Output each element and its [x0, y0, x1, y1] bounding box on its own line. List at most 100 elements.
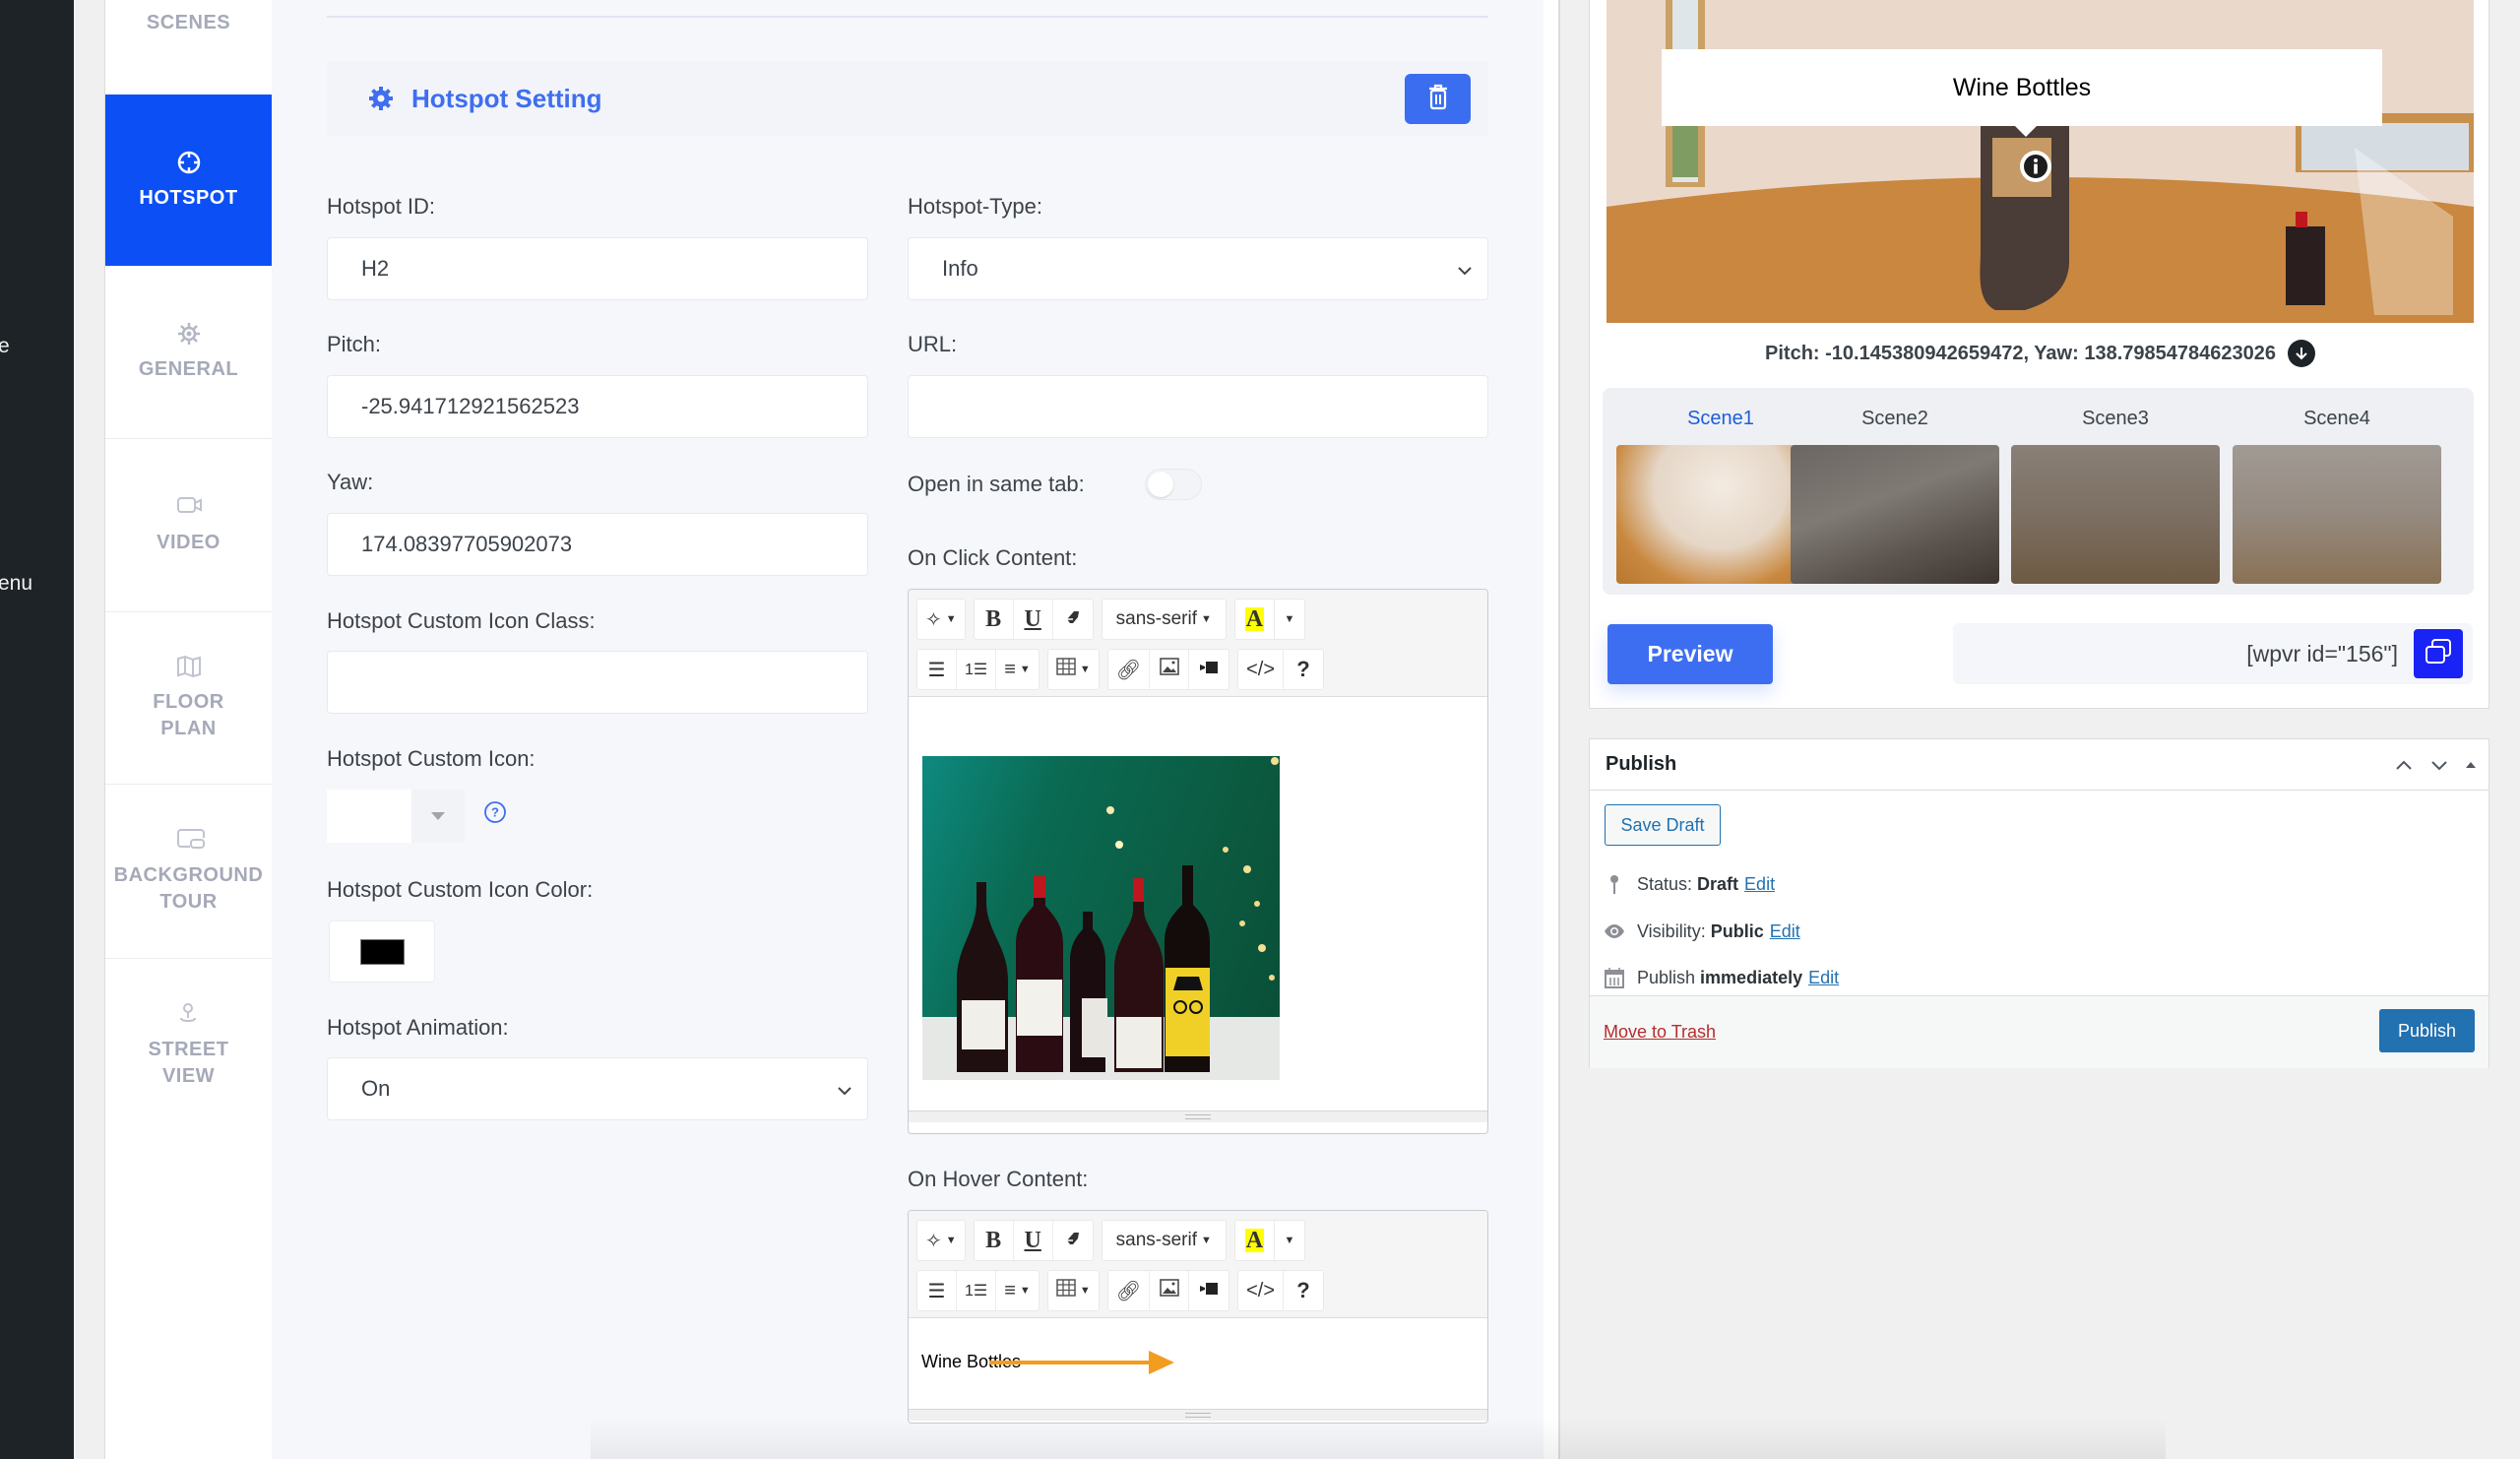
- collapse-toggle-icon[interactable]: [2459, 753, 2483, 777]
- move-up-icon[interactable]: [2392, 753, 2416, 777]
- delete-hotspot-button[interactable]: [1405, 74, 1471, 124]
- yaw-input[interactable]: 174.08397705902073: [327, 513, 868, 576]
- admin-menu-fragment[interactable]: e: [0, 335, 10, 358]
- editor-resize-handle[interactable]: [909, 1110, 1487, 1122]
- help-button[interactable]: ?: [1284, 1271, 1323, 1310]
- info-hotspot-icon[interactable]: [2019, 150, 2052, 183]
- eraser-icon: [1065, 608, 1081, 631]
- on-click-content-area[interactable]: [909, 697, 1487, 1110]
- hotspot-id-input[interactable]: H2: [327, 237, 868, 300]
- preview-button[interactable]: Preview: [1607, 624, 1773, 684]
- code-view-button[interactable]: </>: [1238, 1271, 1285, 1310]
- editor-resize-handle[interactable]: [909, 1409, 1487, 1421]
- highlight-color-button[interactable]: A: [1235, 600, 1275, 639]
- question-icon: ?: [1296, 657, 1310, 681]
- background-tour-icon: [176, 827, 205, 853]
- magic-style-button[interactable]: ✧ ▼: [917, 1221, 965, 1260]
- help-button[interactable]: ?: [1284, 650, 1323, 689]
- on-hover-content-label: On Hover Content:: [908, 1167, 1089, 1191]
- on-click-content-label: On Click Content:: [908, 545, 1078, 570]
- color-dropdown-button[interactable]: ▼: [1275, 600, 1304, 639]
- shortcode-text[interactable]: [wpvr id="156"]: [2246, 641, 2398, 667]
- font-family-dropdown[interactable]: sans-serif ▼: [1102, 1221, 1226, 1260]
- pitch-value: -25.941712921562523: [361, 394, 580, 418]
- font-family-dropdown[interactable]: sans-serif ▼: [1102, 600, 1226, 639]
- move-down-icon[interactable]: [2427, 753, 2451, 777]
- scene-name: Scene4: [2303, 408, 2370, 429]
- bold-button[interactable]: B: [975, 600, 1014, 639]
- paragraph-align-button[interactable]: ≡ ▼: [996, 1271, 1039, 1310]
- tab-hotspot[interactable]: HOTSPOT: [105, 95, 272, 266]
- tab-street-view[interactable]: STREET VIEW: [105, 959, 272, 1132]
- magic-style-button[interactable]: ✧ ▼: [917, 600, 965, 639]
- numbered-list-button[interactable]: 1☰: [957, 1271, 997, 1310]
- custom-icon-picker[interactable]: [327, 790, 465, 843]
- copy-shortcode-button[interactable]: [2414, 629, 2463, 678]
- publish-button[interactable]: Publish: [2379, 1009, 2475, 1052]
- underline-icon: U: [1024, 1227, 1041, 1253]
- edit-schedule-link[interactable]: Edit: [1808, 968, 1839, 988]
- scene-thumbnail[interactable]: Scene4: [2233, 408, 2441, 584]
- move-to-trash-link[interactable]: Move to Trash: [1604, 1022, 1716, 1043]
- hotspot-type-label: Hotspot-Type:: [908, 194, 1042, 219]
- table-icon: [1056, 1279, 1076, 1302]
- pitch-input[interactable]: -25.941712921562523: [327, 375, 868, 438]
- visibility-label: Visibility:: [1637, 920, 1706, 941]
- bullet-list-button[interactable]: ☰: [917, 650, 957, 689]
- picture-button[interactable]: [1150, 1271, 1190, 1310]
- picture-button[interactable]: [1150, 650, 1190, 689]
- scene-name: Scene3: [2082, 408, 2149, 429]
- highlight-color-button[interactable]: A: [1235, 1221, 1275, 1260]
- panorama-viewer[interactable]: Wine Bottles: [1606, 0, 2474, 323]
- scene-thumbnail[interactable]: Scene3: [2011, 408, 2220, 584]
- hotspot-type-select[interactable]: Info: [908, 237, 1488, 300]
- caret-down-icon: [431, 807, 445, 825]
- table-button[interactable]: ▼: [1048, 1271, 1099, 1310]
- tab-floor-plan[interactable]: FLOOR PLAN: [105, 612, 272, 785]
- coordinates-text: Pitch: -10.145380942659472, Yaw: 138.798…: [1765, 342, 2276, 364]
- on-click-editor: ✧ ▼ B U sans-serif ▼ A ▼ ☰ 1☰ ≡ ▼ ▼ 🔗︎ <…: [908, 589, 1488, 1134]
- tab-general[interactable]: GENERAL: [105, 266, 272, 439]
- hotspot-setting-header: Hotspot Setting: [327, 61, 1488, 136]
- icon-color-picker[interactable]: [329, 920, 435, 983]
- edit-status-link[interactable]: Edit: [1744, 874, 1775, 895]
- link-button[interactable]: 🔗︎: [1108, 1271, 1151, 1310]
- bullet-list-button[interactable]: ☰: [917, 1271, 957, 1310]
- clear-format-button[interactable]: [1053, 600, 1093, 639]
- help-icon[interactable]: ?: [483, 800, 507, 824]
- link-button[interactable]: 🔗︎: [1108, 650, 1151, 689]
- divider: [327, 16, 1488, 18]
- schedule-label: Publish: [1637, 967, 1696, 987]
- animation-select[interactable]: On: [327, 1057, 868, 1120]
- magic-wand-icon: ✧: [925, 608, 942, 631]
- numbered-list-button[interactable]: 1☰: [957, 650, 997, 689]
- save-draft-button[interactable]: Save Draft: [1605, 804, 1721, 846]
- underline-button[interactable]: U: [1014, 600, 1053, 639]
- publish-actions: Move to Trash Publish: [1590, 995, 2488, 1068]
- bold-button[interactable]: B: [975, 1221, 1014, 1260]
- paragraph-align-button[interactable]: ≡ ▼: [996, 650, 1039, 689]
- tab-scenes[interactable]: SCENES: [105, 0, 272, 95]
- custom-icon-class-input[interactable]: [327, 651, 868, 714]
- scene-image: [2011, 445, 2220, 584]
- underline-button[interactable]: U: [1014, 1221, 1053, 1260]
- admin-menu-fragment[interactable]: enu: [0, 572, 32, 596]
- video-button[interactable]: [1189, 1271, 1228, 1310]
- icon-picker-dropdown[interactable]: [411, 790, 465, 843]
- color-dropdown-button[interactable]: ▼: [1275, 1221, 1304, 1260]
- url-label: URL:: [908, 332, 958, 356]
- edit-visibility-link[interactable]: Edit: [1770, 921, 1800, 942]
- video-button[interactable]: [1189, 650, 1228, 689]
- tab-video[interactable]: VIDEO: [105, 439, 272, 612]
- text-color-icon: A: [1244, 606, 1265, 632]
- hotspot-settings-panel: Hotspot Setting Hotspot ID: H2 Pitch: -2…: [272, 0, 1544, 1459]
- download-arrow-icon[interactable]: [2287, 340, 2315, 367]
- scene-thumbnail[interactable]: Scene2: [1791, 408, 1999, 584]
- open-same-tab-toggle[interactable]: [1145, 469, 1202, 500]
- tab-background-tour[interactable]: BACKGROUND TOUR: [105, 785, 272, 959]
- url-input[interactable]: [908, 375, 1488, 438]
- table-button[interactable]: ▼: [1048, 650, 1099, 689]
- code-view-button[interactable]: </>: [1238, 650, 1285, 689]
- toggle-knob: [1148, 472, 1173, 497]
- clear-format-button[interactable]: [1053, 1221, 1093, 1260]
